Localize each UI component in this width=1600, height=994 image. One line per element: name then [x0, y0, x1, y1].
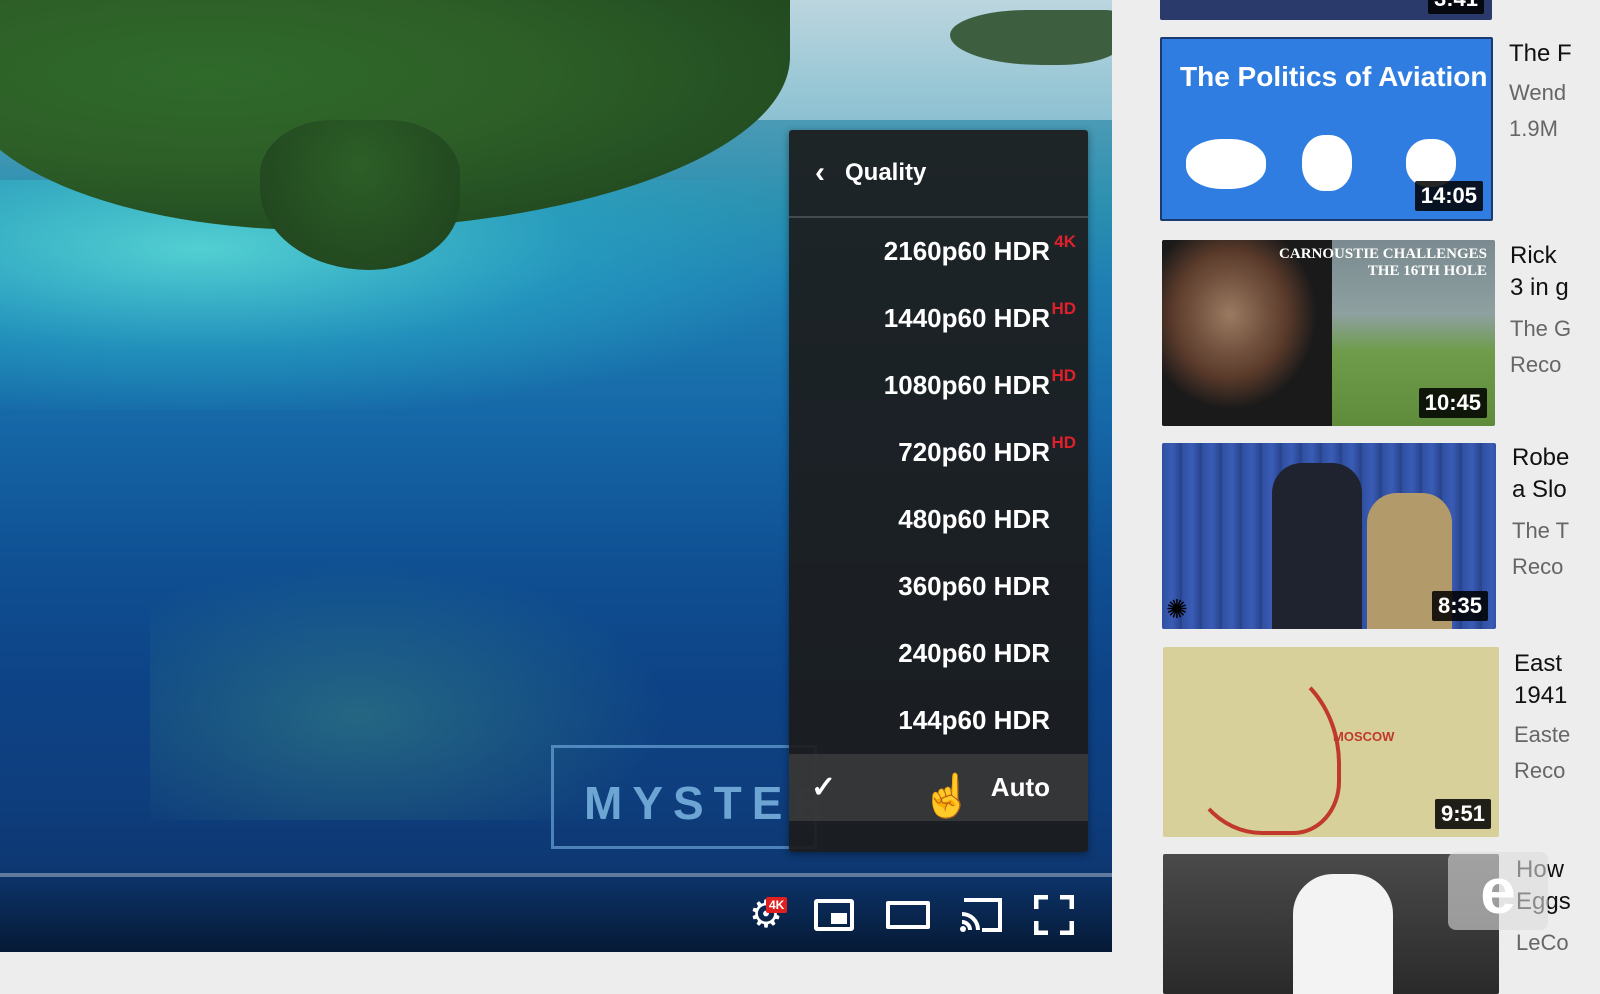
quality-option-480p60[interactable]: 480p60 HDR [789, 486, 1088, 553]
video-title-line2[interactable]: a Slo [1512, 476, 1567, 504]
nbc-logo-icon: ✺ [1166, 594, 1188, 624]
video-duration: 3:41 [1427, 0, 1484, 14]
quality-badge: 4K [1054, 232, 1076, 251]
video-thumbnail[interactable]: 3:41 [1160, 0, 1492, 20]
video-channel[interactable]: The G [1510, 316, 1571, 342]
video-channel[interactable]: Wend [1509, 80, 1566, 106]
quality-option-720p60[interactable]: 720p60 HDR HD [789, 419, 1088, 486]
video-thumbnail[interactable]: CARNOUSTIE CHALLENGES THE 16TH HOLE 10:4… [1162, 240, 1495, 426]
quality-option-1080p60[interactable]: 1080p60 HDR HD [789, 352, 1088, 419]
video-channel[interactable]: The T [1512, 518, 1569, 544]
cast-button[interactable] [955, 893, 1007, 937]
hand-cursor-icon: ☝ [921, 772, 974, 819]
cast-icon [960, 898, 1002, 932]
video-title[interactable]: East [1514, 650, 1562, 678]
quality-option-label: Auto [990, 772, 1050, 802]
quality-option-1440p60[interactable]: 1440p60 HDR HD [789, 285, 1088, 352]
video-title[interactable]: The F [1509, 40, 1572, 68]
quality-badge: HD [1051, 433, 1076, 452]
video-duration: 14:05 [1414, 181, 1483, 211]
video-views: Reco [1510, 352, 1562, 377]
video-channel[interactable]: Easte [1514, 722, 1570, 748]
fullscreen-button[interactable] [1030, 893, 1078, 937]
miniplayer-button[interactable] [810, 893, 858, 937]
video-duration: 9:51 [1434, 799, 1491, 829]
settings-button[interactable]: ⚙ 4K [740, 893, 792, 937]
quality-option-label: 240p60 HDR [898, 638, 1050, 668]
controls-bar [0, 868, 1112, 952]
theater-mode-button[interactable] [884, 893, 932, 937]
thumbnail-headline-line: THE 16TH HOLE [1367, 263, 1487, 279]
quality-option-label: 1080p60 HDR [883, 370, 1050, 400]
quality-menu: ‹ Quality 2160p60 HDR 4K 1440p60 HDR HD … [789, 130, 1088, 852]
progress-bar[interactable] [0, 873, 1112, 877]
quality-option-144p60[interactable]: 144p60 HDR [789, 687, 1088, 754]
quality-badge: HD [1051, 299, 1076, 318]
map-route-line [1183, 657, 1341, 835]
video-title-line2[interactable]: 3 in g [1510, 274, 1569, 302]
quality-option-360p60[interactable]: 360p60 HDR [789, 553, 1088, 620]
video-title-line2[interactable]: 1941 [1514, 682, 1567, 710]
theater-mode-icon [886, 901, 930, 929]
video-watermark: MYSTER [551, 745, 826, 849]
video-duration: 10:45 [1418, 388, 1487, 418]
quality-option-label: 720p60 HDR [898, 437, 1050, 467]
checkmark-icon: ✓ [811, 771, 837, 804]
thumbnail-title-text: The Politics of Aviation [1180, 61, 1488, 92]
thumbnail-headline: CARNOUSTIE CHALLENGES THE 16TH HOLE [1279, 246, 1487, 280]
thumbnail-person [1272, 463, 1362, 629]
engadget-watermark-logo: e [1448, 852, 1548, 930]
quality-option-label: 360p60 HDR [898, 571, 1050, 601]
fullscreen-icon [1034, 895, 1074, 935]
video-channel[interactable]: LeCo [1516, 930, 1569, 956]
map-cloud-country-c [1406, 139, 1456, 187]
quality-option-label: 1440p60 HDR [883, 303, 1050, 333]
quality-option-2160p60[interactable]: 2160p60 HDR 4K [789, 218, 1088, 285]
video-title[interactable]: Robe [1512, 444, 1569, 472]
quality-badge: HD [1051, 366, 1076, 385]
thumbnail-person [1293, 874, 1393, 994]
quality-option-label: 144p60 HDR [898, 705, 1050, 735]
map-cloud-country-b [1302, 135, 1352, 191]
miniplayer-icon [814, 899, 854, 931]
video-thumbnail[interactable]: MOSCOW 9:51 [1163, 647, 1499, 837]
video-duration: 8:35 [1431, 591, 1488, 621]
quality-option-auto[interactable]: ✓ ☝ Auto [789, 754, 1088, 821]
quality-menu-back[interactable]: ‹ Quality [789, 130, 1088, 218]
video-thumbnail[interactable]: The Politics of Aviation 14:05 [1160, 37, 1493, 221]
quality-option-label: 2160p60 HDR [883, 236, 1050, 266]
video-title[interactable]: Rick [1510, 242, 1557, 270]
video-thumbnail[interactable]: ✺ 8:35 [1162, 443, 1496, 629]
map-city-label: MOSCOW [1333, 729, 1395, 744]
settings-quality-badge: 4K [766, 897, 788, 913]
video-views: Reco [1512, 554, 1564, 579]
thumbnail-headline-line: CARNOUSTIE CHALLENGES [1279, 246, 1487, 262]
video-views: Reco [1514, 758, 1566, 783]
quality-menu-title: Quality [845, 159, 927, 186]
quality-option-240p60[interactable]: 240p60 HDR [789, 620, 1088, 687]
video-views: 1.9M [1509, 116, 1558, 141]
quality-option-label: 480p60 HDR [898, 504, 1050, 534]
map-cloud-country-a [1186, 139, 1266, 189]
chevron-left-icon: ‹ [815, 156, 825, 189]
